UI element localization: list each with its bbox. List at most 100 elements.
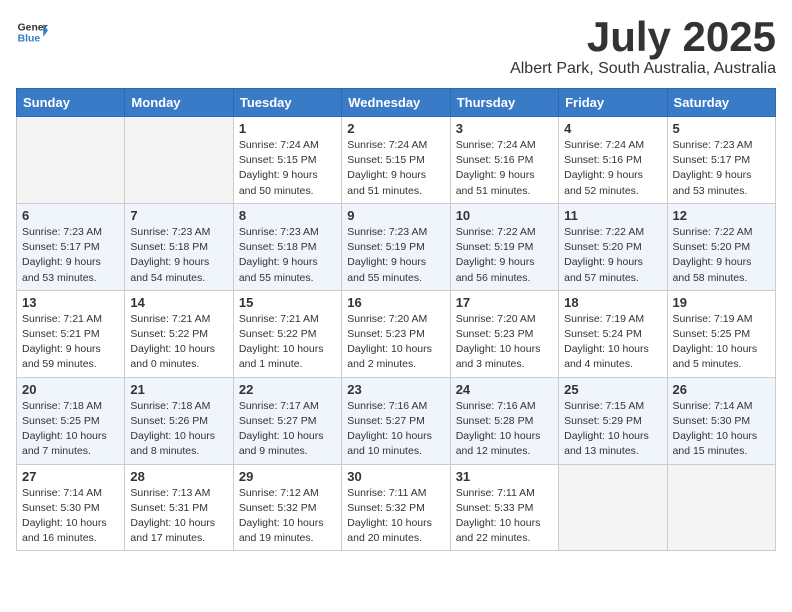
day-info: Sunrise: 7:24 AM Sunset: 5:15 PM Dayligh… [239,138,336,199]
day-number: 20 [22,382,119,397]
calendar-cell: 30 Sunrise: 7:11 AM Sunset: 5:32 PM Dayli… [342,464,450,551]
calendar-cell: 1Sunrise: 7:24 AM Sunset: 5:15 PM Daylig… [233,117,341,204]
day-number: 3 [456,121,553,136]
day-number: 27 [22,469,119,484]
calendar-cell: 31 Sunrise: 7:11 AM Sunset: 5:33 PM Dayli… [450,464,558,551]
day-number: 21 [130,382,227,397]
column-header-wednesday: Wednesday [342,89,450,117]
calendar-cell: 14 Sunrise: 7:21 AM Sunset: 5:22 PM Dayli… [125,290,233,377]
day-number: 19 [673,295,770,310]
calendar-cell: 7Sunrise: 7:23 AM Sunset: 5:18 PM Daylig… [125,203,233,290]
column-header-monday: Monday [125,89,233,117]
calendar-cell [17,117,125,204]
calendar-week-row: 20 Sunrise: 7:18 AM Sunset: 5:25 PM Dayli… [17,377,776,464]
calendar-cell: 17 Sunrise: 7:20 AM Sunset: 5:23 PM Dayli… [450,290,558,377]
calendar-cell: 5 Sunrise: 7:23 AM Sunset: 5:17 PM Daylig… [667,117,775,204]
day-info: Sunrise: 7:11 AM Sunset: 5:32 PM Dayligh… [347,486,444,547]
day-info: Sunrise: 7:22 AM Sunset: 5:19 PM Dayligh… [456,225,553,286]
day-number: 13 [22,295,119,310]
day-number: 6 [22,208,119,223]
day-info: Sunrise: 7:19 AM Sunset: 5:25 PM Dayligh… [673,312,770,373]
day-info: Sunrise: 7:21 AM Sunset: 5:22 PM Dayligh… [130,312,227,373]
calendar-cell: 8 Sunrise: 7:23 AM Sunset: 5:18 PM Daylig… [233,203,341,290]
calendar-cell: 16 Sunrise: 7:20 AM Sunset: 5:23 PM Dayli… [342,290,450,377]
day-number: 28 [130,469,227,484]
day-number: 29 [239,469,336,484]
calendar-cell: 22Sunrise: 7:17 AM Sunset: 5:27 PM Dayli… [233,377,341,464]
title-area: July 2025 Albert Park, South Australia, … [510,16,776,78]
day-info: Sunrise: 7:21 AM Sunset: 5:21 PM Dayligh… [22,312,119,373]
day-info: Sunrise: 7:23 AM Sunset: 5:17 PM Dayligh… [22,225,119,286]
calendar-cell: 26 Sunrise: 7:14 AM Sunset: 5:30 PM Dayli… [667,377,775,464]
day-info: Sunrise: 7:14 AM Sunset: 5:30 PM Dayligh… [673,399,770,460]
calendar-cell: 18 Sunrise: 7:19 AM Sunset: 5:24 PM Dayli… [559,290,667,377]
day-info: Sunrise: 7:22 AM Sunset: 5:20 PM Dayligh… [564,225,661,286]
day-number: 18 [564,295,661,310]
day-number: 9 [347,208,444,223]
calendar-cell: 23Sunrise: 7:16 AM Sunset: 5:27 PM Dayli… [342,377,450,464]
day-info: Sunrise: 7:20 AM Sunset: 5:23 PM Dayligh… [456,312,553,373]
calendar-cell: 21 Sunrise: 7:18 AM Sunset: 5:26 PM Dayli… [125,377,233,464]
calendar-cell: 10 Sunrise: 7:22 AM Sunset: 5:19 PM Dayli… [450,203,558,290]
column-header-thursday: Thursday [450,89,558,117]
day-number: 7 [130,208,227,223]
calendar-week-row: 13 Sunrise: 7:21 AM Sunset: 5:21 PM Dayli… [17,290,776,377]
day-info: Sunrise: 7:19 AM Sunset: 5:24 PM Dayligh… [564,312,661,373]
calendar-cell: 28 Sunrise: 7:13 AM Sunset: 5:31 PM Dayli… [125,464,233,551]
day-number: 15 [239,295,336,310]
calendar-week-row: 27 Sunrise: 7:14 AM Sunset: 5:30 PM Dayli… [17,464,776,551]
calendar-week-row: 1Sunrise: 7:24 AM Sunset: 5:15 PM Daylig… [17,117,776,204]
calendar-cell: 4Sunrise: 7:24 AM Sunset: 5:16 PM Daylig… [559,117,667,204]
calendar-cell: 24Sunrise: 7:16 AM Sunset: 5:28 PM Dayli… [450,377,558,464]
day-info: Sunrise: 7:18 AM Sunset: 5:25 PM Dayligh… [22,399,119,460]
calendar-cell [559,464,667,551]
day-number: 26 [673,382,770,397]
column-header-tuesday: Tuesday [233,89,341,117]
calendar-cell: 20 Sunrise: 7:18 AM Sunset: 5:25 PM Dayli… [17,377,125,464]
calendar-header-row: SundayMondayTuesdayWednesdayThursdayFrid… [17,89,776,117]
calendar-cell: 6 Sunrise: 7:23 AM Sunset: 5:17 PM Daylig… [17,203,125,290]
day-info: Sunrise: 7:22 AM Sunset: 5:20 PM Dayligh… [673,225,770,286]
month-title: July 2025 [510,16,776,58]
calendar-cell: 25 Sunrise: 7:15 AM Sunset: 5:29 PM Dayli… [559,377,667,464]
day-info: Sunrise: 7:23 AM Sunset: 5:18 PM Dayligh… [239,225,336,286]
day-info: Sunrise: 7:17 AM Sunset: 5:27 PM Dayligh… [239,399,336,460]
day-number: 8 [239,208,336,223]
day-info: Sunrise: 7:24 AM Sunset: 5:15 PM Dayligh… [347,138,444,199]
day-info: Sunrise: 7:14 AM Sunset: 5:30 PM Dayligh… [22,486,119,547]
calendar-cell [667,464,775,551]
day-info: Sunrise: 7:12 AM Sunset: 5:32 PM Dayligh… [239,486,336,547]
page-header: General Blue July 2025 Albert Park, Sout… [16,16,776,78]
calendar-cell: 27 Sunrise: 7:14 AM Sunset: 5:30 PM Dayli… [17,464,125,551]
day-number: 23 [347,382,444,397]
day-number: 2 [347,121,444,136]
day-info: Sunrise: 7:11 AM Sunset: 5:33 PM Dayligh… [456,486,553,547]
calendar-cell: 3 Sunrise: 7:24 AM Sunset: 5:16 PM Daylig… [450,117,558,204]
day-info: Sunrise: 7:13 AM Sunset: 5:31 PM Dayligh… [130,486,227,547]
day-info: Sunrise: 7:20 AM Sunset: 5:23 PM Dayligh… [347,312,444,373]
day-number: 14 [130,295,227,310]
day-number: 30 [347,469,444,484]
day-info: Sunrise: 7:24 AM Sunset: 5:16 PM Dayligh… [456,138,553,199]
column-header-saturday: Saturday [667,89,775,117]
calendar-cell: 2 Sunrise: 7:24 AM Sunset: 5:15 PM Daylig… [342,117,450,204]
svg-text:Blue: Blue [18,34,41,45]
day-info: Sunrise: 7:15 AM Sunset: 5:29 PM Dayligh… [564,399,661,460]
calendar-table: SundayMondayTuesdayWednesdayThursdayFrid… [16,88,776,551]
column-header-sunday: Sunday [17,89,125,117]
day-info: Sunrise: 7:23 AM Sunset: 5:17 PM Dayligh… [673,138,770,199]
day-info: Sunrise: 7:21 AM Sunset: 5:22 PM Dayligh… [239,312,336,373]
location-subtitle: Albert Park, South Australia, Australia [510,60,776,78]
day-number: 12 [673,208,770,223]
day-number: 11 [564,208,661,223]
day-number: 17 [456,295,553,310]
calendar-cell: 9Sunrise: 7:23 AM Sunset: 5:19 PM Daylig… [342,203,450,290]
day-number: 31 [456,469,553,484]
day-info: Sunrise: 7:18 AM Sunset: 5:26 PM Dayligh… [130,399,227,460]
day-number: 16 [347,295,444,310]
day-number: 24 [456,382,553,397]
day-number: 5 [673,121,770,136]
logo: General Blue [16,16,48,48]
day-number: 10 [456,208,553,223]
day-number: 25 [564,382,661,397]
